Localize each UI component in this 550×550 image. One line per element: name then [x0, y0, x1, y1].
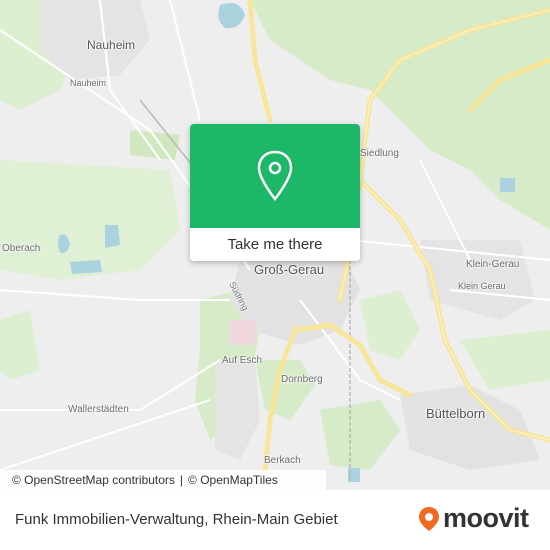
omt-attribution-link[interactable]: © OpenMapTiles [188, 473, 278, 487]
place-label-buettelborn: Büttelborn [426, 406, 486, 421]
map-attribution: © OpenStreetMap contributors | © OpenMap… [0, 470, 326, 490]
place-label-berkach: Berkach [264, 455, 301, 466]
directions-popup[interactable]: Take me there [190, 124, 360, 261]
moovit-wordmark: moovit [443, 503, 529, 533]
attribution-separator: | [179, 473, 184, 487]
place-label-dornberg: Dornberg [281, 374, 323, 385]
location-pin-icon [257, 150, 293, 202]
place-label-oberach: Oberach [2, 243, 41, 254]
place-label-siedlung: Siedlung [360, 148, 399, 159]
moovit-pin-icon [419, 506, 439, 531]
osm-attribution-link[interactable]: © OpenStreetMap contributors [12, 473, 175, 487]
place-label-klein-gerau-small: Klein Gerau [458, 281, 506, 291]
place-label-wallerstaedten: Wallerstädten [68, 404, 129, 415]
footer-title: Funk Immobilien-Verwaltung, Rhein-Main G… [15, 511, 338, 528]
moovit-logo[interactable]: moovit [418, 503, 529, 534]
place-label-auf-esch: Auf Esch [222, 355, 263, 366]
place-label-nauheim-small: Nauheim [70, 78, 107, 88]
place-label-klein-gerau: Klein-Gerau [466, 259, 520, 270]
popup-header [190, 124, 360, 228]
map[interactable]: Nauheim Nauheim Siedlung Oberach Groß-Ge… [0, 0, 550, 490]
place-label-gross-gerau: Groß-Gerau [254, 262, 325, 277]
place-label-nauheim: Nauheim [87, 38, 136, 52]
take-me-there-button[interactable]: Take me there [190, 228, 360, 261]
